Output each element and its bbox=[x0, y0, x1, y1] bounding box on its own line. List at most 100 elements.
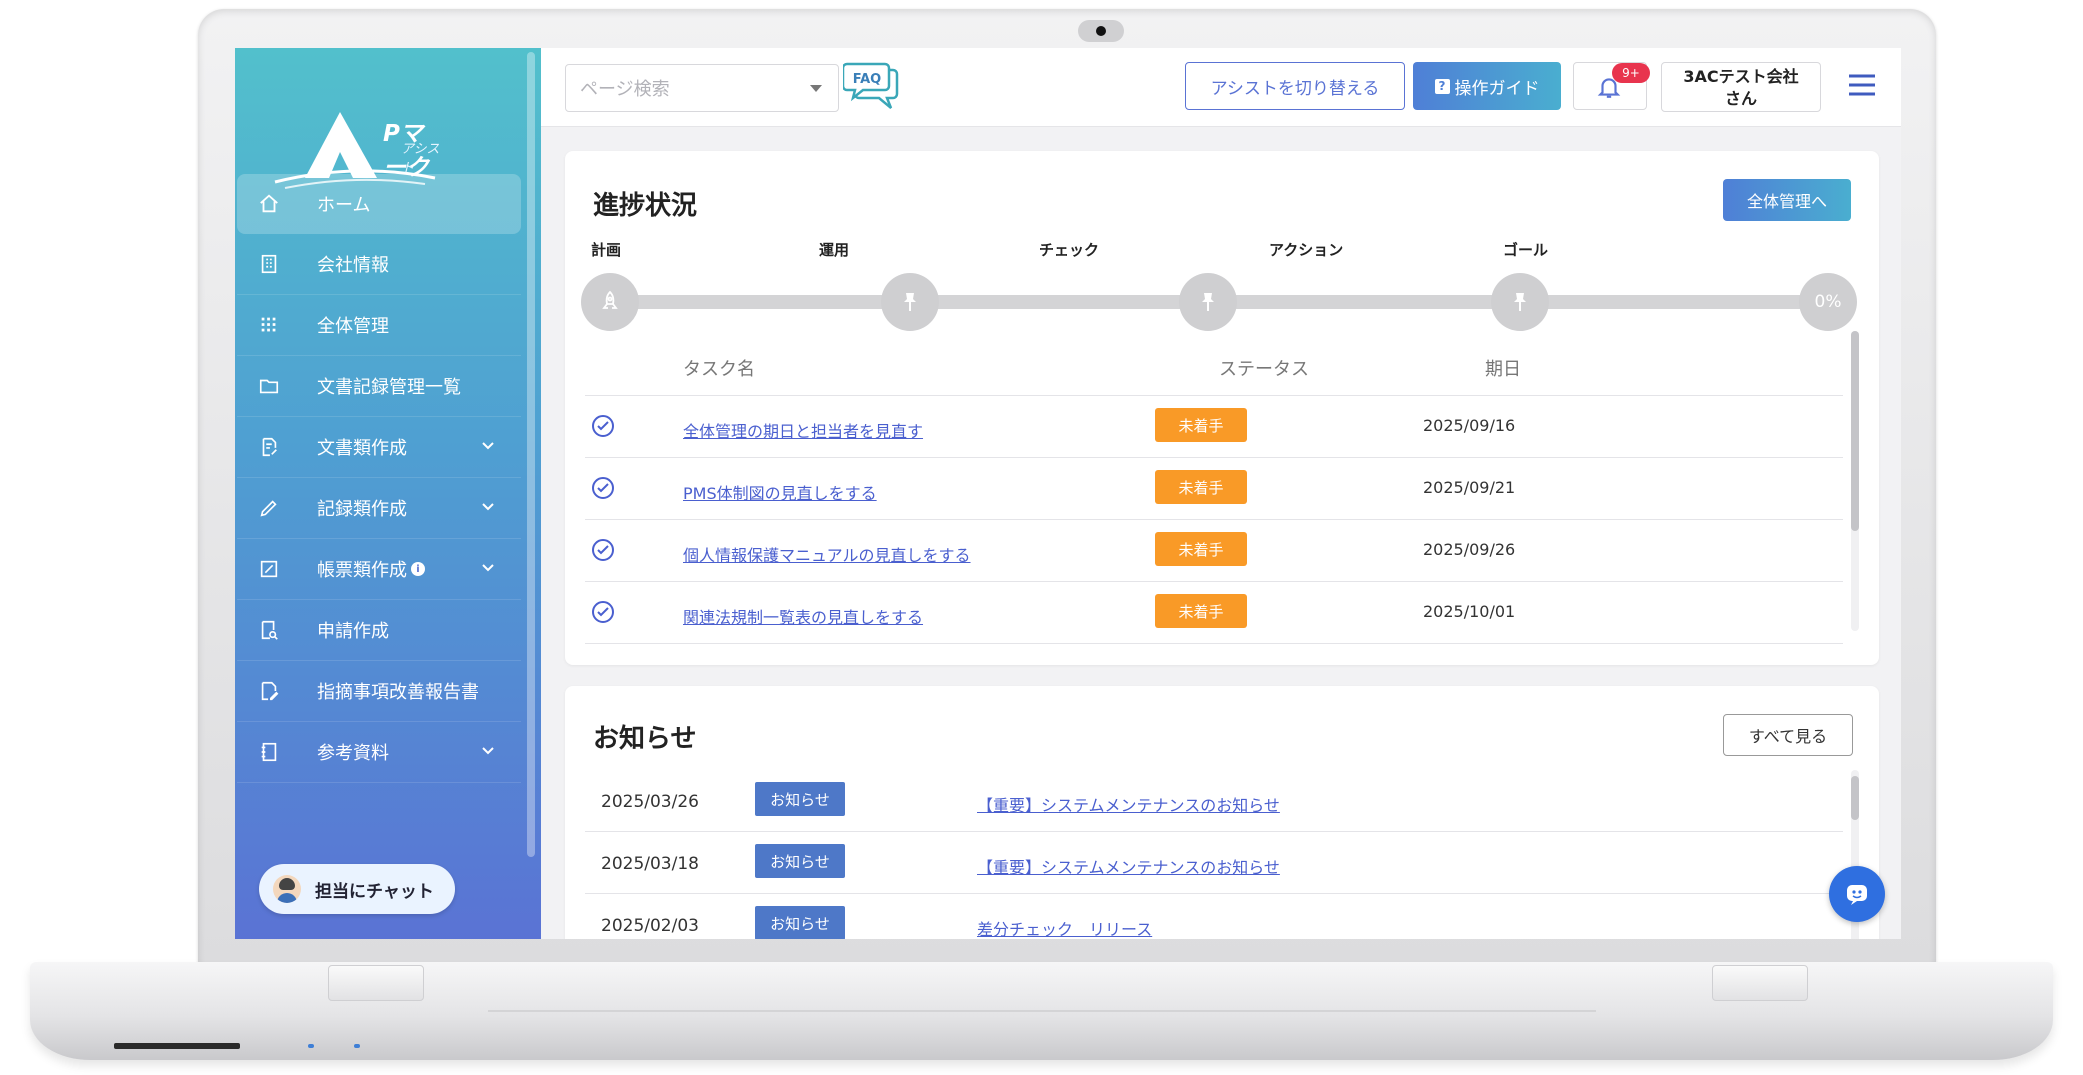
trackpad-edge bbox=[488, 1010, 1596, 1040]
task-row: 全体管理の期日と担当者を見直す 未着手 2025/09/16 bbox=[585, 396, 1843, 457]
operation-guide-button[interactable]: ? 操作ガイド bbox=[1413, 62, 1561, 110]
sidebar-item-record-creation[interactable]: 記録類作成 bbox=[237, 478, 521, 539]
faq-bubble-icon: FAQ bbox=[841, 62, 899, 109]
news-row: 2025/03/26 お知らせ 【重要】システムメンテナンスのお知らせ bbox=[585, 770, 1843, 831]
stage-label-check: チェック bbox=[1039, 241, 1100, 259]
task-due-date: 2025/09/21 bbox=[1423, 478, 1516, 497]
help-icon: ? bbox=[1434, 78, 1450, 94]
news-row: 2025/03/18 お知らせ 【重要】システムメンテナンスのお知らせ bbox=[585, 832, 1843, 893]
progress-card: 進捗状況 全体管理へ 計画 運用 チェック アクション ゴール 0% タスク名 … bbox=[565, 151, 1879, 665]
sidebar-item-label: ホーム bbox=[317, 195, 371, 216]
pin-icon bbox=[904, 293, 916, 311]
milestone-check bbox=[1179, 273, 1237, 331]
stage-label-operation: 運用 bbox=[819, 241, 850, 259]
news-link[interactable]: 差分チェック リリース bbox=[977, 916, 1152, 939]
application-icon bbox=[255, 619, 283, 641]
report-icon bbox=[255, 680, 283, 702]
sidebar-item-label: 記録類作成 bbox=[317, 499, 407, 520]
news-tag: お知らせ bbox=[755, 782, 845, 816]
page-search-select[interactable]: ページ検索 bbox=[565, 64, 839, 112]
switch-assist-button[interactable]: アシストを切り替える bbox=[1185, 62, 1405, 110]
column-header-due: 期日 bbox=[1485, 359, 1521, 380]
folder-icon bbox=[255, 375, 283, 397]
chevron-down-icon bbox=[482, 747, 494, 755]
faq-label: FAQ bbox=[853, 72, 882, 87]
stage-label-action: アクション bbox=[1269, 241, 1344, 259]
top-header: ページ検索 FAQ アシストを切り替える ? 操作ガイド 9+ 3ACテスト会社… bbox=[541, 48, 1901, 127]
milestone-goal: 0% bbox=[1799, 273, 1857, 331]
table-divider bbox=[585, 643, 1843, 644]
sidebar-nav: ホーム 会社情報 全体管理 文書記録管理一覧 文書類作成 記録類作成 帳票類作成… bbox=[237, 174, 521, 783]
chat-button-label: 担当にチャット bbox=[315, 881, 434, 902]
chat-with-staff-button[interactable]: 担当にチャット bbox=[259, 864, 455, 914]
news-tag: お知らせ bbox=[755, 844, 845, 878]
notifications-button[interactable]: 9+ bbox=[1573, 62, 1650, 110]
chevron-down-icon bbox=[482, 564, 494, 572]
news-title: お知らせ bbox=[593, 724, 697, 754]
sidebar-item-home[interactable]: ホーム bbox=[237, 174, 521, 234]
task-link[interactable]: 関連法規制一覧表の見直しをする bbox=[683, 604, 923, 628]
column-header-status: ステータス bbox=[1219, 359, 1309, 380]
sidebar-item-overall-management[interactable]: 全体管理 bbox=[237, 295, 521, 356]
sidebar-item-reference[interactable]: 参考資料 bbox=[237, 722, 521, 783]
hamburger-menu-icon[interactable] bbox=[1847, 72, 1877, 98]
status-badge: 未着手 bbox=[1155, 532, 1247, 566]
news-link[interactable]: 【重要】システムメンテナンスのお知らせ bbox=[977, 792, 1280, 816]
go-to-overall-management-button[interactable]: 全体管理へ bbox=[1723, 179, 1851, 221]
faq-button[interactable]: FAQ bbox=[841, 60, 903, 112]
milestone-plan bbox=[581, 273, 639, 331]
chat-support-fab[interactable] bbox=[1829, 866, 1885, 922]
staff-avatar bbox=[273, 875, 301, 903]
sidebar-item-label: 帳票類作成 bbox=[317, 560, 407, 581]
sidebar-item-label: 指摘事項改善報告書 bbox=[317, 682, 479, 703]
task-link[interactable]: 個人情報保護マニュアルの見直しをする bbox=[683, 542, 971, 566]
check-circle-icon[interactable] bbox=[591, 600, 615, 624]
webcam bbox=[1078, 20, 1124, 42]
account-button[interactable]: 3ACテスト会社 さん bbox=[1661, 62, 1821, 112]
sidebar-item-label: 会社情報 bbox=[317, 255, 389, 276]
pencil-icon bbox=[255, 497, 283, 519]
check-circle-icon[interactable] bbox=[591, 414, 615, 438]
sidebar-item-application[interactable]: 申請作成 bbox=[237, 600, 521, 661]
progress-title: 進捗状況 bbox=[593, 191, 698, 221]
task-table-scrollbar[interactable] bbox=[1851, 331, 1859, 631]
sidebar-item-label: 申請作成 bbox=[317, 621, 389, 642]
sidebar-item-improvement-report[interactable]: 指摘事項改善報告書 bbox=[237, 661, 521, 722]
company-name: 3ACテスト会社 bbox=[1683, 67, 1799, 86]
task-due-date: 2025/09/26 bbox=[1423, 540, 1516, 559]
check-circle-icon[interactable] bbox=[591, 538, 615, 562]
task-row: 個人情報保護マニュアルの見直しをする 未着手 2025/09/26 bbox=[585, 520, 1843, 581]
sidebar-scrollbar[interactable] bbox=[527, 52, 535, 857]
milestone-operation bbox=[881, 273, 939, 331]
grid-icon bbox=[255, 314, 283, 336]
status-badge: 未着手 bbox=[1155, 594, 1247, 628]
status-badge: 未着手 bbox=[1155, 408, 1247, 442]
building-icon bbox=[255, 253, 283, 275]
pin-icon bbox=[1202, 293, 1214, 311]
task-due-date: 2025/10/01 bbox=[1423, 602, 1516, 621]
hinge-left bbox=[328, 965, 424, 1001]
news-tag: お知らせ bbox=[755, 906, 845, 939]
card-slot bbox=[114, 1043, 240, 1049]
task-link[interactable]: 全体管理の期日と担当者を見直す bbox=[683, 418, 923, 442]
check-circle-icon[interactable] bbox=[591, 476, 615, 500]
sidebar-item-company-info[interactable]: 会社情報 bbox=[237, 234, 521, 295]
guide-label: 操作ガイド bbox=[1454, 78, 1540, 99]
news-date: 2025/02/03 bbox=[601, 916, 699, 936]
sidebar-item-document-creation[interactable]: 文書類作成 bbox=[237, 417, 521, 478]
sidebar-item-label: 全体管理 bbox=[317, 316, 389, 337]
sidebar-item-form-creation[interactable]: 帳票類作成 i bbox=[237, 539, 521, 600]
notification-badge: 9+ bbox=[1612, 63, 1650, 83]
sidebar: Pマーク アシスト ホーム 会社情報 全体管理 文書記録管理一覧 文書類作成 記… bbox=[235, 48, 541, 939]
news-link[interactable]: 【重要】システムメンテナンスのお知らせ bbox=[977, 854, 1280, 878]
sidebar-item-label: 文書類作成 bbox=[317, 438, 407, 459]
view-all-news-button[interactable]: すべて見る bbox=[1723, 714, 1853, 756]
chat-bubble-icon bbox=[1847, 885, 1867, 905]
news-card: お知らせ すべて見る 2025/03/26 お知らせ 【重要】システムメンテナン… bbox=[565, 686, 1879, 939]
task-link[interactable]: PMS体制図の見直しをする bbox=[683, 480, 877, 504]
sidebar-item-document-records[interactable]: 文書記録管理一覧 bbox=[237, 356, 521, 417]
news-date: 2025/03/26 bbox=[601, 792, 699, 812]
info-icon[interactable]: i bbox=[411, 562, 425, 576]
news-date: 2025/03/18 bbox=[601, 854, 699, 874]
form-icon bbox=[255, 558, 283, 580]
